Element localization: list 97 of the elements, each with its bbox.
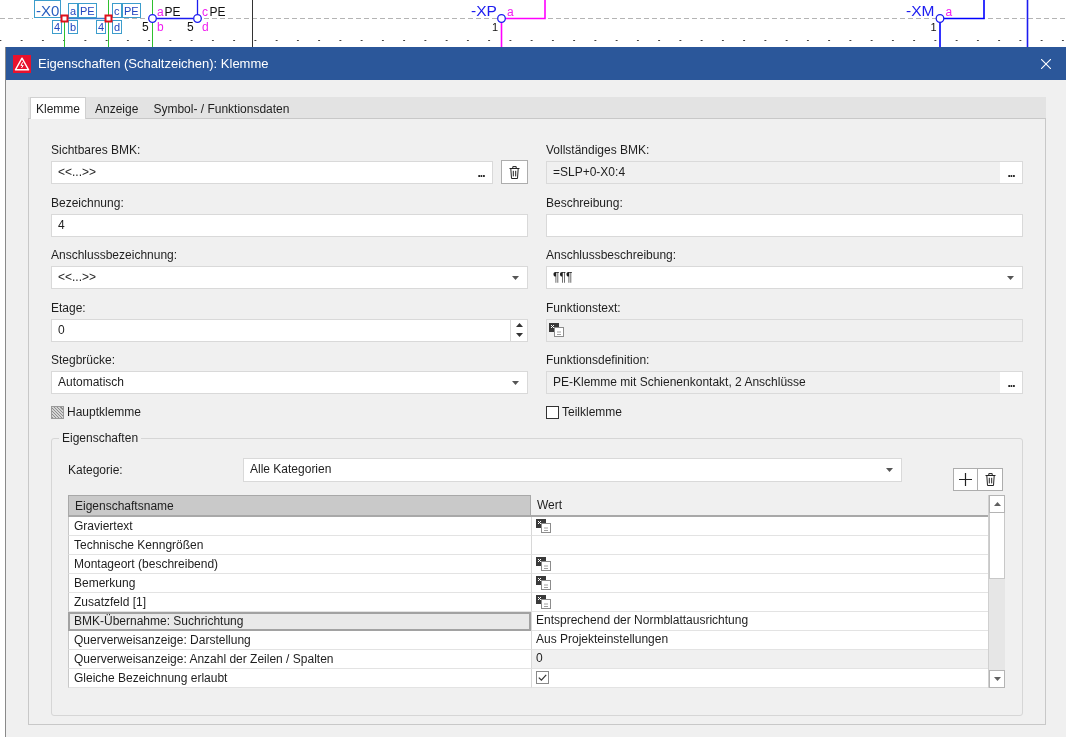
- caret-icon: [1007, 275, 1014, 280]
- device-tag: -XM: [906, 2, 935, 19]
- connection-label: c: [202, 5, 208, 19]
- potential-label: PE: [164, 5, 181, 19]
- potential-label: PE: [122, 3, 141, 18]
- caret-icon: [512, 380, 519, 385]
- field-label: Funktionsdefinition:: [546, 353, 651, 368]
- up-arrow-icon: [993, 501, 1001, 506]
- connection-point-icon: [193, 14, 202, 23]
- delete-button[interactable]: [501, 160, 528, 184]
- terminal-label: c: [112, 3, 122, 18]
- browse-button[interactable]: ...: [1000, 372, 1022, 393]
- connection-label: b: [157, 19, 164, 34]
- terminal-marker-icon: [104, 14, 113, 23]
- connection-label: a: [507, 4, 514, 19]
- text-field[interactable]: [546, 213, 1023, 237]
- caret-icon: [512, 275, 519, 280]
- field-label: Sichtbares BMK:: [51, 143, 142, 158]
- boundary-line: [252, 0, 253, 47]
- translation-icon: [536, 556, 551, 571]
- checkbox[interactable]: [536, 671, 549, 684]
- text-field[interactable]: PE-Klemme mit Schienenkontakt, 2 Anschlüsse ...: [546, 371, 1023, 394]
- text-field[interactable]: 4: [51, 213, 528, 237]
- browse-button[interactable]: ...: [1000, 162, 1022, 183]
- connection-label: a: [945, 4, 953, 19]
- scrollbar[interactable]: [988, 494, 1005, 688]
- pin-number: 5: [142, 19, 149, 34]
- field-label: Vollständiges BMK:: [546, 143, 651, 158]
- add-button[interactable]: [953, 467, 978, 491]
- translation-icon: [536, 594, 551, 609]
- checkbox-label[interactable]: Teilklemme: [562, 404, 622, 420]
- field-label: Kategorie:: [68, 461, 124, 479]
- close-button[interactable]: [1041, 58, 1051, 69]
- terminal-label: a: [68, 3, 78, 18]
- device-tag: -XP: [471, 2, 497, 19]
- connection-label: d: [202, 19, 209, 34]
- field-label: Beschreibung:: [546, 195, 624, 211]
- down-arrow-icon: [993, 676, 1001, 681]
- window-title: Eigenschaften (Schaltzeichen): Klemme: [38, 56, 269, 71]
- text-field[interactable]: <<...>> ...: [51, 161, 493, 184]
- field-label: Stegbrücke:: [51, 353, 117, 368]
- pin-number: 5: [187, 19, 194, 34]
- dashed-guide-line: [0, 18, 34, 19]
- scroll-up-button[interactable]: [989, 494, 1005, 513]
- translation-icon: [536, 518, 551, 533]
- connection-point-icon: [497, 14, 506, 23]
- group-title: Eigenschaften: [61, 430, 140, 446]
- translation-icon: [549, 323, 564, 337]
- connection-point-icon: [935, 14, 945, 23]
- close-icon: [1041, 58, 1051, 69]
- field-label: Etage:: [51, 300, 87, 316]
- translation-icon: [536, 575, 551, 590]
- terminal-label: b: [68, 20, 78, 34]
- checkbox[interactable]: [51, 405, 64, 419]
- tab[interactable]: Symbol- / Funktionsdaten: [147, 98, 296, 118]
- field-label: Anschlussbezeichnung:: [51, 248, 179, 263]
- wire: [1026, 0, 1029, 47]
- text-field[interactable]: [546, 318, 1023, 342]
- bridge-line: [67, 17, 106, 20]
- up-arrow-icon: [515, 322, 523, 327]
- wire: [108, 0, 109, 47]
- plus-icon: [959, 472, 972, 486]
- warning-triangle-icon: [13, 54, 31, 73]
- text-field[interactable]: =SLP+0-X0:4 ...: [546, 161, 1023, 184]
- scroll-down-button[interactable]: [989, 669, 1005, 688]
- pin-number: 1: [930, 20, 937, 33]
- delete-button[interactable]: [978, 467, 1003, 491]
- device-tag: -X0: [34, 0, 61, 19]
- trash-icon: [509, 165, 520, 179]
- dropdown[interactable]: Automatisch: [51, 371, 528, 394]
- checkbox-label[interactable]: Hauptklemme: [67, 404, 142, 420]
- dropdown[interactable]: Alle Kategorien: [243, 457, 902, 482]
- dropdown[interactable]: <<...>>: [51, 266, 528, 289]
- dropdown[interactable]: ¶¶¶: [546, 266, 1023, 289]
- terminal-label: d: [112, 20, 122, 34]
- down-arrow-icon: [515, 333, 523, 338]
- caret-icon: [886, 467, 893, 472]
- potential-label: PE: [78, 3, 97, 18]
- pin-number: 1: [492, 20, 499, 33]
- checkbox[interactable]: [546, 405, 559, 419]
- field-label: Funktionstext:: [546, 300, 622, 316]
- spin-field[interactable]: 0: [51, 318, 528, 342]
- trash-icon: [984, 472, 996, 486]
- connection-label: a: [157, 5, 164, 19]
- column-header[interactable]: Eigenschaftsname: [68, 494, 531, 517]
- wire: [152, 0, 153, 47]
- terminal-number: 4: [52, 20, 62, 34]
- potential-label: PE: [209, 5, 226, 19]
- scroll-thumb[interactable]: [989, 512, 1005, 579]
- field-label: Bezeichnung:: [51, 195, 125, 211]
- field-label: Anschlussbeschreibung:: [546, 248, 678, 263]
- connection-point-icon: [148, 14, 157, 23]
- wire: [64, 21, 65, 47]
- terminal-marker-icon: [60, 14, 69, 23]
- tab[interactable]: Klemme: [30, 97, 86, 119]
- tab[interactable]: Anzeige: [89, 98, 145, 118]
- terminal-number: 4: [96, 20, 106, 34]
